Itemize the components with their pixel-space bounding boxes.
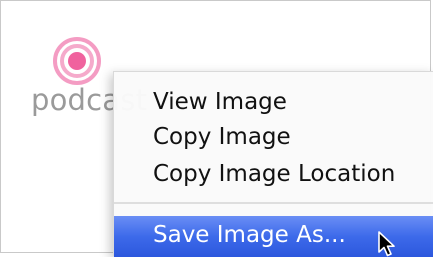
podcast-broadcast-icon bbox=[53, 37, 101, 85]
menu-item-view-image[interactable]: View Image bbox=[114, 84, 433, 120]
menu-item-copy-image[interactable]: Copy Image bbox=[114, 119, 433, 155]
menu-item-copy-image-location[interactable]: Copy Image Location bbox=[114, 156, 433, 192]
arrow-cursor-icon bbox=[378, 231, 395, 257]
context-menu: View Image Copy Image Copy Image Locatio… bbox=[113, 71, 433, 257]
browser-page: podcast View Image Copy Image Copy Image… bbox=[0, 0, 433, 257]
menu-separator bbox=[114, 202, 433, 204]
